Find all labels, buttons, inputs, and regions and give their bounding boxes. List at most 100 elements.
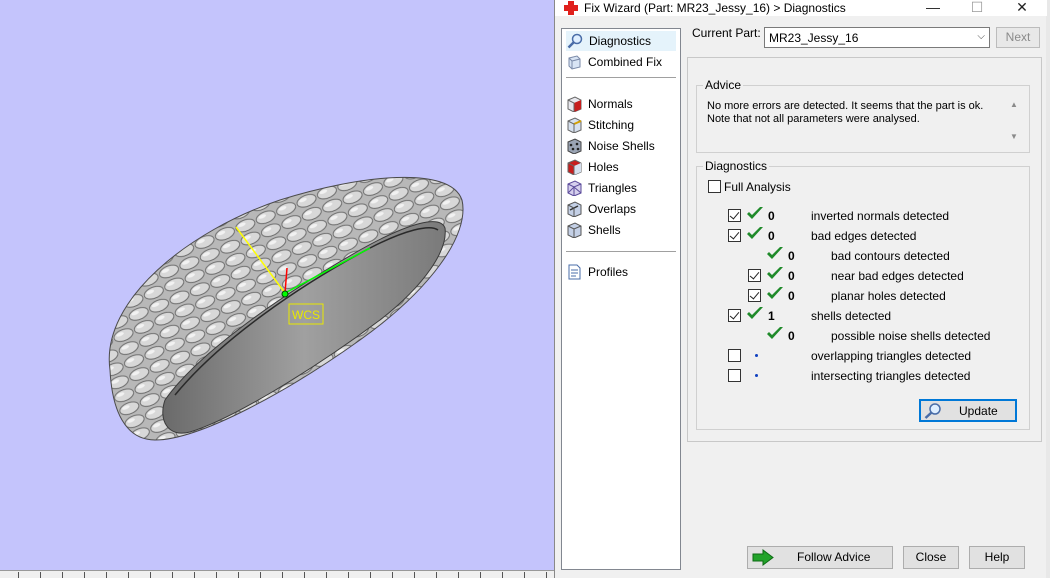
diagnostic-checkbox[interactable] [728,309,741,322]
diagnostic-label: bad contours detected [831,249,950,263]
wizard-nav: Diagnostics Combined Fix Normals Stitchi… [561,28,681,570]
advice-title: Advice [703,78,744,92]
shells-icon [567,222,582,238]
ruler-tick [436,572,437,578]
red-cross-icon [564,1,578,15]
nav-separator [566,251,676,252]
diagnostic-label: planar holes detected [831,289,946,303]
ruler-tick [150,572,151,578]
green-check-icon [767,247,783,259]
nav-item-label: Diagnostics [589,34,652,48]
magnifier-icon [924,403,941,419]
triangles-icon [567,180,582,196]
ruler-tick [502,572,503,578]
nav-item-profiles[interactable]: Profiles [566,262,676,282]
holes-icon [567,159,582,175]
ruler-tick [414,572,415,578]
profiles-icon [568,264,581,280]
status-dot [755,374,758,377]
nav-item-combined-fix[interactable]: Combined Fix [566,52,676,72]
wcs-label: WCS [292,308,320,322]
ruler [0,570,556,578]
diagnostic-checkbox[interactable] [728,349,741,362]
update-button[interactable]: Update [919,399,1017,422]
nav-item-holes[interactable]: Holes [566,157,676,177]
ruler-tick [106,572,107,578]
ruler-tick [128,572,129,578]
fix-wizard-dialog: Fix Wizard (Part: MR23_Jessy_16) > Diagn… [554,0,1047,578]
diagnostic-checkbox[interactable] [728,369,741,382]
ruler-tick [370,572,371,578]
nav-item-stitching[interactable]: Stitching [566,115,676,135]
green-check-icon [747,307,763,319]
diagnostic-checkbox[interactable] [748,269,761,282]
current-part-value: MR23_Jessy_16 [769,31,859,45]
nav-item-normals[interactable]: Normals [566,94,676,114]
ruler-tick [238,572,239,578]
ruler-tick [458,572,459,578]
normals-icon [567,96,582,112]
close-button[interactable]: Close [903,546,959,569]
advice-text: No more errors are detected. It seems th… [707,100,1017,152]
nav-item-noise-shells[interactable]: Noise Shells [566,136,676,156]
update-label: Update [959,404,998,418]
status-dot [755,354,758,357]
scroll-down-icon[interactable]: ▼ [1007,132,1021,141]
scroll-up-icon[interactable]: ▲ [1007,100,1021,109]
diagnostic-count: 0 [788,249,795,263]
diagnostic-checkbox[interactable] [728,229,741,242]
nav-item-label: Holes [588,160,619,174]
nav-item-label: Noise Shells [588,139,655,153]
ruler-tick [546,572,547,578]
follow-advice-button[interactable]: Follow Advice [747,546,893,569]
minimize-button[interactable]: — [918,0,948,16]
ruler-tick [172,572,173,578]
diagnostic-label: shells detected [811,309,892,323]
current-part-select[interactable]: MR23_Jessy_16 ⌵ [764,27,990,48]
nav-item-label: Profiles [588,265,629,279]
nav-item-diagnostics[interactable]: Diagnostics [566,31,676,51]
ruler-tick [326,572,327,578]
dialog-titlebar[interactable]: Fix Wizard (Part: MR23_Jessy_16) > Diagn… [555,0,1047,16]
ruler-tick [524,572,525,578]
advice-scrollbar[interactable]: ▲ ▼ [1007,100,1021,150]
3d-viewport[interactable]: WCS [0,0,556,578]
ruler-tick [480,572,481,578]
diagnostic-label: intersecting triangles detected [811,369,971,383]
noise-shells-icon [567,138,582,154]
diagnostic-checkbox[interactable] [728,209,741,222]
magnifier-icon [567,33,583,49]
overlaps-icon [567,201,582,217]
full-analysis-label: Full Analysis [724,180,791,194]
ruler-tick [282,572,283,578]
diagnostics-panel: Advice No more errors are detected. It s… [687,57,1042,442]
ruler-tick [216,572,217,578]
help-button[interactable]: Help [969,546,1025,569]
advice-line: Note that not all parameters were analys… [707,113,920,125]
full-analysis-checkbox[interactable] [708,180,721,193]
green-check-icon [767,287,783,299]
ring-model[interactable]: WCS [0,0,556,578]
nav-item-triangles[interactable]: Triangles [566,178,676,198]
combined-fix-icon [568,55,581,70]
ruler-tick [392,572,393,578]
ruler-tick [18,572,19,578]
diagnostic-label: near bad edges detected [831,269,964,283]
ruler-tick [84,572,85,578]
diagnostic-count: 0 [788,269,795,283]
nav-item-label: Combined Fix [588,55,663,69]
diagnostic-checkbox[interactable] [748,289,761,302]
advice-line: No more errors are detected. It seems th… [707,100,984,112]
ruler-tick [260,572,261,578]
nav-item-label: Overlaps [588,202,637,216]
green-check-icon [767,267,783,279]
nav-item-shells[interactable]: Shells [566,220,676,240]
maximize-button: ☐ [970,0,984,15]
ruler-tick [304,572,305,578]
ruler-tick [40,572,41,578]
close-window-button[interactable]: ✕ [1007,0,1037,16]
nav-item-label: Shells [588,223,621,237]
chevron-down-icon: ⌵ [977,31,985,42]
diagnostic-count: 0 [788,289,795,303]
nav-item-overlaps[interactable]: Overlaps [566,199,676,219]
